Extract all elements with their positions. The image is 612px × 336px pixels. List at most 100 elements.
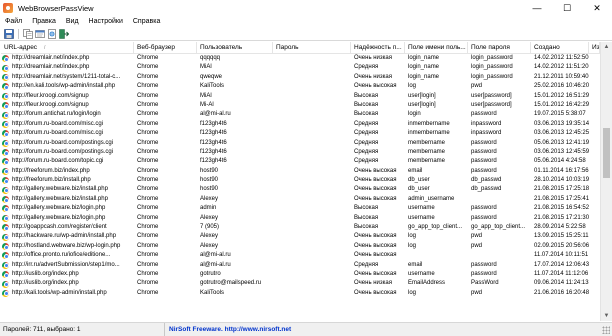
menu-view[interactable]: Вид [61, 16, 84, 28]
column-header-created[interactable]: Создано [531, 42, 589, 53]
cell-url: http://dreamlair.net/system/1211-total-c… [1, 73, 134, 82]
cell-user: qqqqqq [200, 55, 221, 61]
column-header-from[interactable]: Из [589, 42, 600, 53]
menu-help[interactable]: Справка [128, 16, 165, 28]
table-row[interactable]: http://hackware.ru/wp-admin/install.php C… [1, 232, 600, 241]
cell-created: 03.06.2013 12:45:25 [534, 130, 589, 137]
scroll-down-icon[interactable]: ▼ [601, 311, 612, 321]
table-row[interactable]: http://freeforum.biz/index.php Chrome host… [1, 167, 600, 176]
chrome-icon [2, 111, 9, 119]
cell-user: al@mi-al.ru [200, 261, 231, 268]
table-row[interactable]: http://dreamlair.net/index.php Chrome qqqq… [1, 54, 600, 63]
copy-icon[interactable] [22, 29, 33, 40]
cell-password-field: password [471, 205, 497, 212]
table-row[interactable]: http://dreamlair.net/index.php Chrome MiAl… [1, 63, 600, 72]
cell-created: 19.07.2015 5:38:07 [534, 111, 586, 118]
table-row[interactable]: http://gallery.webware.biz/login.php Chro… [1, 204, 600, 213]
scroll-up-icon[interactable]: ▲ [601, 42, 612, 52]
cell-strength: Очень высокая [354, 186, 397, 193]
table-row[interactable]: http://forum.ru-board.com/misc.cgi Chrome… [1, 129, 600, 138]
cell-browser: Chrome [137, 101, 159, 108]
exit-icon[interactable] [58, 29, 69, 40]
cell-url: http://en.kali.tools/wp-admin/install.ph… [1, 82, 134, 91]
column-header-browser[interactable]: Веб-браузер [134, 42, 197, 53]
cell-user: Mi-Al [200, 101, 214, 108]
cell-browser: Chrome [137, 148, 159, 155]
maximize-button[interactable]: ☐ [552, 0, 582, 16]
scrollbar-thumb[interactable] [603, 128, 610, 178]
table-row[interactable]: http://forum.ru-board.com/misc.cgi Chrome… [1, 120, 600, 129]
cell-created: 03.06.2013 12:45:59 [534, 148, 589, 155]
table-row[interactable]: http://en.kali.tools/wp-admin/install.ph… [1, 82, 600, 91]
url-text: http://goappcash.com/register/client [12, 224, 107, 231]
cell-created: 21.08.2015 17:25:41 [534, 195, 589, 202]
chrome-icon [2, 196, 9, 204]
column-header-strength[interactable]: Надёжность п... [351, 42, 405, 53]
cell-created: 11.07.2014 11:12:06 [534, 270, 589, 277]
resize-grip-icon[interactable] [602, 326, 610, 334]
column-header-user-field[interactable]: Поле имени поль... [405, 42, 468, 53]
menu-options[interactable]: Настройки [84, 16, 128, 28]
cell-browser: Chrome [137, 92, 159, 99]
cell-user-field: login_name [408, 64, 440, 71]
cell-user-field: membername [408, 139, 446, 146]
cell-password-field: user[password] [471, 92, 512, 99]
table-row[interactable]: http://dreamlair.net/system/1211-total-c… [1, 73, 600, 82]
chrome-icon [2, 186, 9, 194]
vertical-scrollbar[interactable]: ▲ ▼ [600, 42, 612, 321]
cell-url: http://forum.ru-board.com/misc.cgi [1, 129, 134, 138]
minimize-button[interactable]: — [522, 0, 552, 16]
cell-url: http://office.pronto.ru/iofice/editione.… [1, 251, 134, 260]
menu-file[interactable]: Файл [0, 16, 27, 28]
cell-from [589, 110, 600, 119]
cell-created: 05.06.2013 12:41:19 [534, 139, 589, 146]
table-row[interactable]: http://gallery.webware.biz/install.php Ch… [1, 195, 600, 204]
chrome-icon [2, 205, 9, 213]
html-report-icon[interactable] [46, 29, 57, 40]
url-text: http://freeforum.biz/index.php [12, 167, 90, 174]
cell-from [589, 139, 600, 148]
column-header-user[interactable]: Пользователь [197, 42, 273, 53]
cell-url: http://dreamlair.net/index.php [1, 54, 134, 63]
cell-browser: Chrome [137, 205, 159, 212]
chrome-icon [2, 102, 9, 110]
nirsoft-link[interactable]: NirSoft Freeware. http://www.nirsoft.net [165, 323, 291, 336]
cell-strength: Очень высокая [354, 289, 397, 296]
cell-from [589, 63, 600, 72]
cell-password-field: db_passwd [471, 186, 502, 193]
table-row[interactable]: http://iuslib.org/index.php Chrome gotrutr… [1, 270, 600, 279]
password-list[interactable]: URL-адрес / Веб-браузер Пользователь Паро… [1, 42, 600, 321]
table-row[interactable]: http://goappcash.com/register/client Chro… [1, 223, 600, 232]
table-row[interactable]: http://forum.antichat.ru/login/login Chro… [1, 110, 600, 119]
sort-indicator: / [44, 45, 46, 51]
table-row[interactable]: http://fleur.kroogi.com/signup Chrome Mi-A… [1, 101, 600, 110]
cell-url: http://forum.antichat.ru/login/login [1, 110, 134, 119]
cell-password [273, 185, 351, 194]
column-header-password[interactable]: Пароль [273, 42, 351, 53]
table-row[interactable]: http://forum.ru-board.com/postings.cgi Ch… [1, 148, 600, 157]
menu-edit[interactable]: Правка [27, 16, 61, 28]
table-row[interactable]: http://freeforum.biz/install.php Chrome ho… [1, 176, 600, 185]
table-row[interactable]: http://hostland.webware.biz/wp-login.php… [1, 242, 600, 251]
column-header-password-field[interactable]: Поле пароля [468, 42, 531, 53]
table-row[interactable]: http://iuslib.org/index.php Chrome gotrutr… [1, 279, 600, 288]
table-row[interactable]: http://forum.ru-board.com/postings.cgi Ch… [1, 139, 600, 148]
table-row[interactable]: http://fleur.kroogi.com/signup Chrome MiAl… [1, 92, 600, 101]
cell-url: http://freeforum.biz/index.php [1, 167, 134, 176]
column-header-url[interactable]: URL-адрес / [1, 42, 134, 53]
cell-from [589, 195, 600, 204]
table-row[interactable]: http://irr.ru/advertSubmission/step1/mo.… [1, 261, 600, 270]
properties-icon[interactable] [34, 29, 45, 40]
save-icon[interactable] [3, 29, 14, 40]
cell-password-field: inpassword [471, 120, 502, 127]
table-row[interactable]: http://gallery.webware.biz/login.php Chro… [1, 214, 600, 223]
close-button[interactable]: ✕ [582, 0, 612, 16]
url-text: http://iuslib.org/index.php [12, 280, 79, 287]
table-row[interactable]: http://kali.tools/wp-admin/install.php Ch… [1, 289, 600, 298]
cell-from [589, 157, 600, 166]
cell-url: http://gallery.webware.biz/login.php [1, 204, 134, 213]
table-row[interactable]: http://gallery.webware.biz/install.php Ch… [1, 185, 600, 194]
table-row[interactable]: http://forum.ru-board.com/topic.cgi Chrom… [1, 157, 600, 166]
table-row[interactable]: http://office.pronto.ru/iofice/editione.… [1, 251, 600, 260]
chrome-icon [2, 92, 9, 100]
